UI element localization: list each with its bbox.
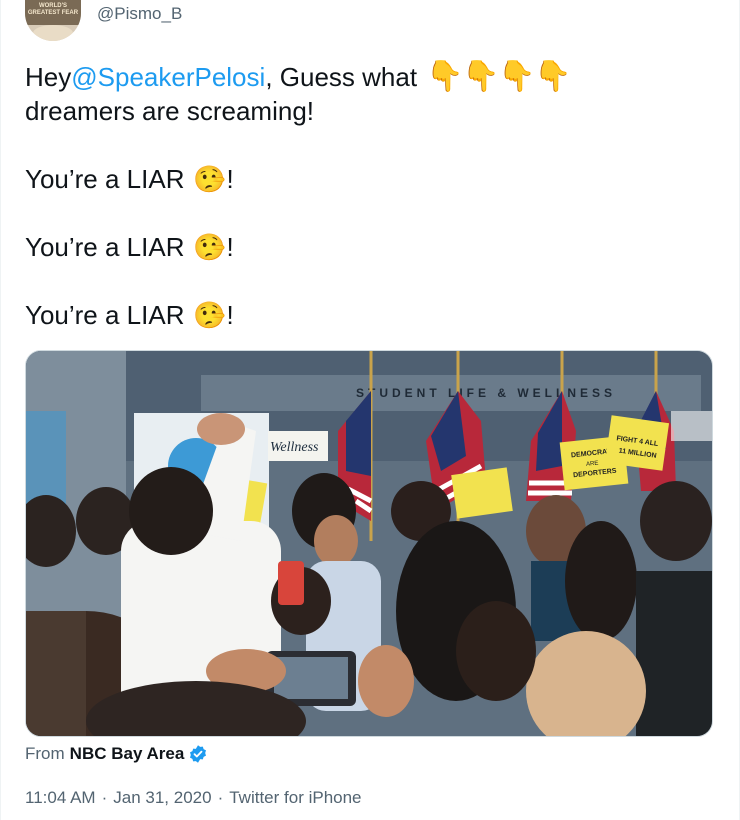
text-guess: , Guess what	[265, 62, 418, 92]
liar-text: You’re a LIAR	[25, 300, 185, 330]
avatar[interactable]: WORLD'S GREATEST FEAR	[25, 0, 81, 41]
verified-badge-icon	[190, 745, 207, 763]
liar-line: You’re a LIAR 🤥 !	[25, 162, 715, 196]
exclamation-text: !	[226, 164, 234, 194]
liar-text: You’re a LIAR	[25, 232, 185, 262]
tweet-card: WORLD'S GREATEST FEAR @Pismo_B Hey @Spea…	[0, 0, 740, 820]
liar-line: You’re a LIAR 🤥 !	[25, 230, 715, 264]
tweet-line-1: Hey @SpeakerPelosi , Guess what 👇 👇 👇 👇	[25, 60, 715, 94]
tweet-header: WORLD'S GREATEST FEAR @Pismo_B	[25, 0, 182, 44]
svg-text:STUDENT LIFE & WELLNESS: STUDENT LIFE & WELLNESS	[356, 386, 616, 400]
lying-face-emoji-icon: 🤥	[193, 300, 226, 330]
tweet-text: Hey @SpeakerPelosi , Guess what 👇 👇 👇 👇 …	[25, 60, 715, 332]
tweet-line-2: dreamers are screaming!	[25, 96, 314, 126]
pointing-down-emoji-icon: 👇	[498, 60, 536, 93]
source-org-link[interactable]: NBC Bay Area	[70, 744, 185, 764]
meta-separator: ·	[217, 788, 224, 807]
tweet-meta: 11:04 AM · Jan 31, 2020 · Twitter for iP…	[25, 786, 362, 810]
pointing-down-emoji-icon: 👇	[426, 60, 464, 93]
pointing-down-emoji-icon: 👇	[462, 60, 500, 93]
tweet-time-link[interactable]: 11:04 AM	[25, 788, 96, 808]
meta-separator: ·	[101, 788, 108, 807]
exclamation-text: !	[226, 300, 234, 330]
avatar-caption: WORLD'S GREATEST FEAR	[27, 3, 79, 16]
tweet-client-link[interactable]: Twitter for iPhone	[229, 788, 361, 808]
sign-wellness: Wellness	[270, 440, 319, 455]
lying-face-emoji-icon: 🤥	[193, 164, 226, 194]
pointing-down-emoji-icon: 👇	[534, 60, 572, 93]
svg-text:ARE: ARE	[586, 461, 599, 468]
exclamation-text: !	[226, 232, 234, 262]
liar-line: You’re a LIAR 🤥 !	[25, 298, 715, 332]
source-prefix: From	[25, 744, 65, 763]
video-thumbnail[interactable]: STUDENT LIFE & WELLNESS Wellness DEMOCRA…	[25, 350, 713, 737]
liar-text: You’re a LIAR	[25, 164, 185, 194]
mention-link[interactable]: @SpeakerPelosi	[71, 60, 265, 94]
tweet-date-link[interactable]: Jan 31, 2020	[113, 788, 211, 808]
lying-face-emoji-icon: 🤥	[193, 232, 226, 262]
media-source: From NBC Bay Area	[25, 742, 208, 766]
text-hey: Hey	[25, 62, 72, 92]
protest-scene-image: STUDENT LIFE & WELLNESS Wellness DEMOCRA…	[26, 351, 712, 736]
author-handle[interactable]: @Pismo_B	[97, 4, 182, 24]
